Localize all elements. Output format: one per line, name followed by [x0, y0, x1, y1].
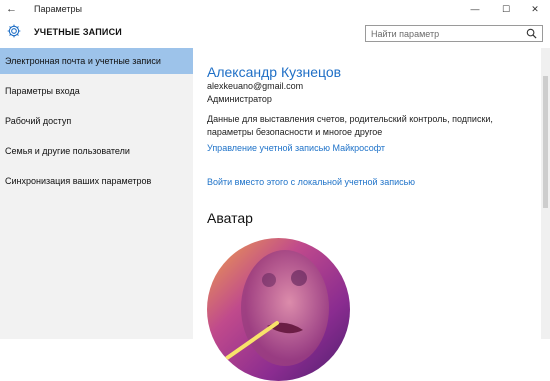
account-name: Александр Кузнецов — [207, 64, 342, 80]
search-input[interactable]: Найти параметр — [371, 29, 439, 39]
account-role: Администратор — [207, 94, 272, 104]
scrollbar[interactable] — [541, 48, 550, 339]
avatar[interactable] — [207, 238, 350, 381]
close-button[interactable]: ✕ — [520, 0, 550, 18]
sidebar-item-sign-in-options[interactable]: Параметры входа — [0, 78, 193, 104]
search-icon[interactable] — [526, 28, 537, 39]
window-title: Параметры — [34, 4, 82, 14]
settings-header: УЧЕТНЫЕ ЗАПИСИ Найти параметр — [0, 18, 550, 48]
avatar-image — [207, 238, 350, 381]
account-email: alexkeuano@gmail.com — [207, 81, 304, 91]
sidebar-item-email-accounts[interactable]: Электронная почта и учетные записи — [0, 48, 193, 74]
account-description: Данные для выставления счетов, родительс… — [207, 114, 493, 137]
gear-icon — [7, 24, 21, 38]
sidebar-item-work-access[interactable]: Рабочий доступ — [0, 108, 193, 134]
sidebar-item-family-users[interactable]: Семья и другие пользователи — [0, 138, 193, 164]
main-content: Александр Кузнецов alexkeuano@gmail.com … — [193, 48, 541, 381]
local-account-link[interactable]: Войти вместо этого с локальной учетной з… — [207, 177, 415, 187]
scroll-thumb[interactable] — [543, 76, 548, 208]
minimize-button[interactable]: — — [460, 0, 490, 18]
back-button[interactable]: ← — [6, 3, 20, 15]
sidebar: Электронная почта и учетные записи Парам… — [0, 48, 193, 339]
section-title: УЧЕТНЫЕ ЗАПИСИ — [34, 27, 122, 37]
search-box[interactable]: Найти параметр — [365, 25, 543, 42]
maximize-button[interactable]: ☐ — [491, 0, 521, 18]
sidebar-item-sync-settings[interactable]: Синхронизация ваших параметров — [0, 168, 193, 194]
avatar-heading: Аватар — [207, 210, 253, 226]
title-bar: ← Параметры — ☐ ✕ — [0, 0, 550, 18]
manage-microsoft-account-link[interactable]: Управление учетной записью Майкрософт — [207, 143, 385, 153]
